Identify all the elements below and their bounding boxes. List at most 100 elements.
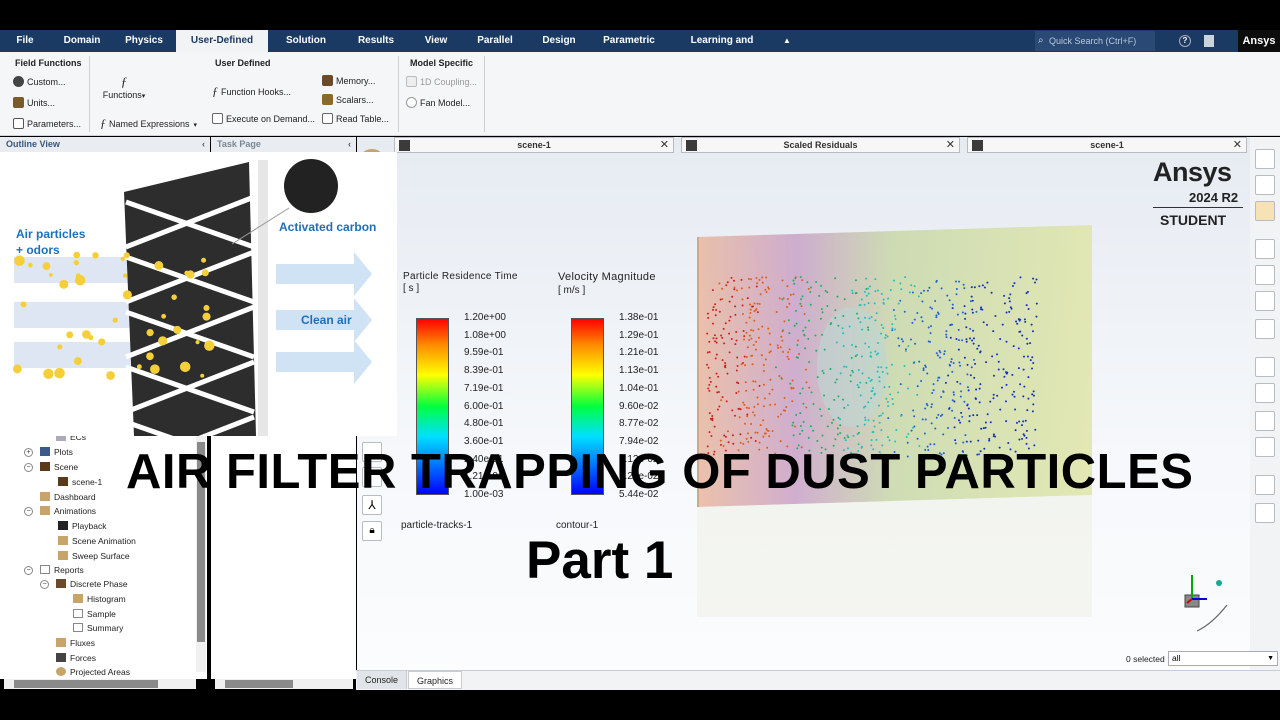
tree-item-sample[interactable]: Sample [73, 609, 116, 619]
help-icon[interactable]: ? [1176, 30, 1194, 52]
collapse-toggle[interactable]: − [24, 463, 33, 472]
menu-design[interactable]: Design [538, 30, 580, 52]
1d-coupling-button[interactable]: 1D Coupling... [406, 76, 477, 87]
expand-toggle[interactable]: + [24, 448, 33, 457]
menu-domain[interactable]: Domain [57, 30, 107, 52]
annotate-icon[interactable] [1255, 411, 1275, 431]
close-icon[interactable]: ✕ [946, 138, 955, 152]
undo-view-icon[interactable] [1255, 319, 1275, 339]
particle-point [812, 429, 815, 432]
particle-point [725, 284, 728, 287]
tab-scene-1[interactable]: scene-1 ✕ [394, 137, 674, 153]
close-icon[interactable]: ✕ [660, 138, 669, 152]
filter-edge [258, 160, 268, 436]
axis-triad[interactable] [1177, 569, 1237, 639]
tree-item-label: scene-1 [72, 477, 103, 487]
custom-button[interactable]: Custom... [13, 76, 66, 87]
units-button[interactable]: Units... [13, 97, 55, 108]
horizontal-scrollbar[interactable] [215, 679, 353, 689]
dropdown-arrow-icon: ▾ [193, 122, 198, 129]
tree-item-plots[interactable]: Plots [40, 447, 73, 457]
menu-physics[interactable]: Physics [120, 30, 168, 52]
tree-item-scene-1[interactable]: scene-1 [58, 477, 102, 487]
read-table-button[interactable]: Read Table... [322, 113, 389, 124]
layers-icon[interactable] [1255, 291, 1275, 311]
tree-item-reports[interactable]: Reports [40, 565, 84, 575]
tree-item-discrete-phase[interactable]: Discrete Phase [56, 579, 128, 589]
particle-point [1032, 362, 1035, 365]
functions-button[interactable]: ƒ Functions▾ [102, 74, 146, 100]
screenshot-icon[interactable] [1255, 503, 1275, 523]
functions-label: Functions [102, 90, 142, 100]
tree-item-sweep-surface[interactable]: Sweep Surface [58, 551, 130, 561]
fan-model-button[interactable]: Fan Model... [406, 97, 470, 108]
tree-item-scene-animation[interactable]: Scene Animation [58, 536, 136, 546]
particle-point [822, 372, 825, 375]
function-hooks-label: Function Hooks... [221, 87, 292, 97]
function-hooks-button[interactable]: ƒ Function Hooks... [212, 84, 291, 99]
legend-toggle-icon[interactable] [1255, 437, 1275, 457]
scalars-button[interactable]: Scalars... [322, 94, 374, 105]
graphics-viewport[interactable]: Particle Residence Time [ s ] 1.20e+00 1.… [357, 137, 1250, 670]
view-iso-icon[interactable] [1255, 175, 1275, 195]
menu-parametric[interactable]: Parametric [598, 30, 660, 52]
menu-learning-support[interactable]: Learning and Support [672, 30, 772, 68]
particle-point [875, 312, 878, 315]
particle-point [969, 374, 972, 377]
task-page-header[interactable]: Task Page ‹ [211, 137, 356, 152]
particle-point [823, 394, 826, 397]
collapse-icon[interactable]: ‹ [202, 137, 205, 152]
eye-settings-icon[interactable] [1255, 265, 1275, 285]
quick-search-input[interactable]: ⌕ Quick Search (Ctrl+F) [1035, 31, 1155, 51]
view-side-icon[interactable] [1255, 201, 1275, 221]
close-icon[interactable]: ✕ [1233, 138, 1242, 152]
outline-view-header[interactable]: Outline View ‹ [0, 137, 210, 152]
menu-user-defined[interactable]: User-Defined [176, 30, 268, 52]
menu-file[interactable]: File [10, 30, 40, 52]
collapse-toggle[interactable]: − [24, 507, 33, 516]
measure-icon[interactable] [1255, 383, 1275, 403]
collapse-toggle[interactable]: − [24, 566, 33, 575]
memory-button[interactable]: Memory... [322, 75, 375, 86]
horizontal-scrollbar[interactable] [4, 679, 196, 689]
tab-scene-1-b[interactable]: scene-1 ✕ [967, 137, 1247, 153]
parameters-button[interactable]: Parameters... [13, 118, 81, 129]
tree-item-playback[interactable]: Playback [58, 521, 107, 531]
particle-point [788, 302, 791, 305]
tab-scaled-residuals[interactable]: Scaled Residuals ✕ [681, 137, 960, 153]
menu-view[interactable]: View [418, 30, 454, 52]
scrollbar-thumb[interactable] [225, 680, 293, 688]
scrollbar-thumb[interactable] [14, 680, 158, 688]
particle-point [999, 338, 1002, 341]
collapse-toggle[interactable]: − [40, 580, 49, 589]
particle-point [986, 281, 989, 284]
particle-point [755, 277, 758, 280]
lock-icon[interactable]: 🔒︎ [362, 521, 382, 541]
particle-point [940, 395, 943, 398]
triad-dot [1216, 580, 1222, 586]
tree-item-projected-areas[interactable]: Projected Areas [56, 667, 130, 677]
tree-item-histogram[interactable]: Histogram [73, 594, 126, 604]
collapse-icon[interactable]: ‹ [348, 137, 351, 152]
collapse-ribbon-icon[interactable]: ▲ [780, 30, 794, 52]
execute-on-demand-button[interactable]: Execute on Demand... [212, 113, 315, 124]
menu-solution[interactable]: Solution [280, 30, 332, 52]
tab-graphics[interactable]: Graphics [408, 671, 463, 689]
named-expressions-button[interactable]: ƒ Named Expressions ▾ [100, 116, 197, 131]
view-front-icon[interactable] [1255, 149, 1275, 169]
tab-console[interactable]: Console [357, 671, 408, 689]
particle-point [741, 298, 744, 301]
tree-item-animations[interactable]: Animations [40, 506, 96, 516]
tree-item-summary[interactable]: Summary [73, 623, 123, 633]
tree-item-fluxes[interactable]: Fluxes [56, 638, 95, 648]
menu-parallel[interactable]: Parallel [472, 30, 518, 52]
window-icon[interactable] [1255, 475, 1275, 495]
plot-icon[interactable] [1255, 357, 1275, 377]
tree-item-dashboard[interactable]: Dashboard [40, 492, 96, 502]
tree-item-scene[interactable]: Scene [40, 462, 78, 472]
selection-filter-select[interactable]: all ▼ [1168, 651, 1278, 666]
menu-results[interactable]: Results [350, 30, 402, 52]
tree-item-forces[interactable]: Forces [56, 653, 96, 663]
notes-icon[interactable] [1200, 30, 1218, 52]
eye-icon[interactable] [1255, 239, 1275, 259]
